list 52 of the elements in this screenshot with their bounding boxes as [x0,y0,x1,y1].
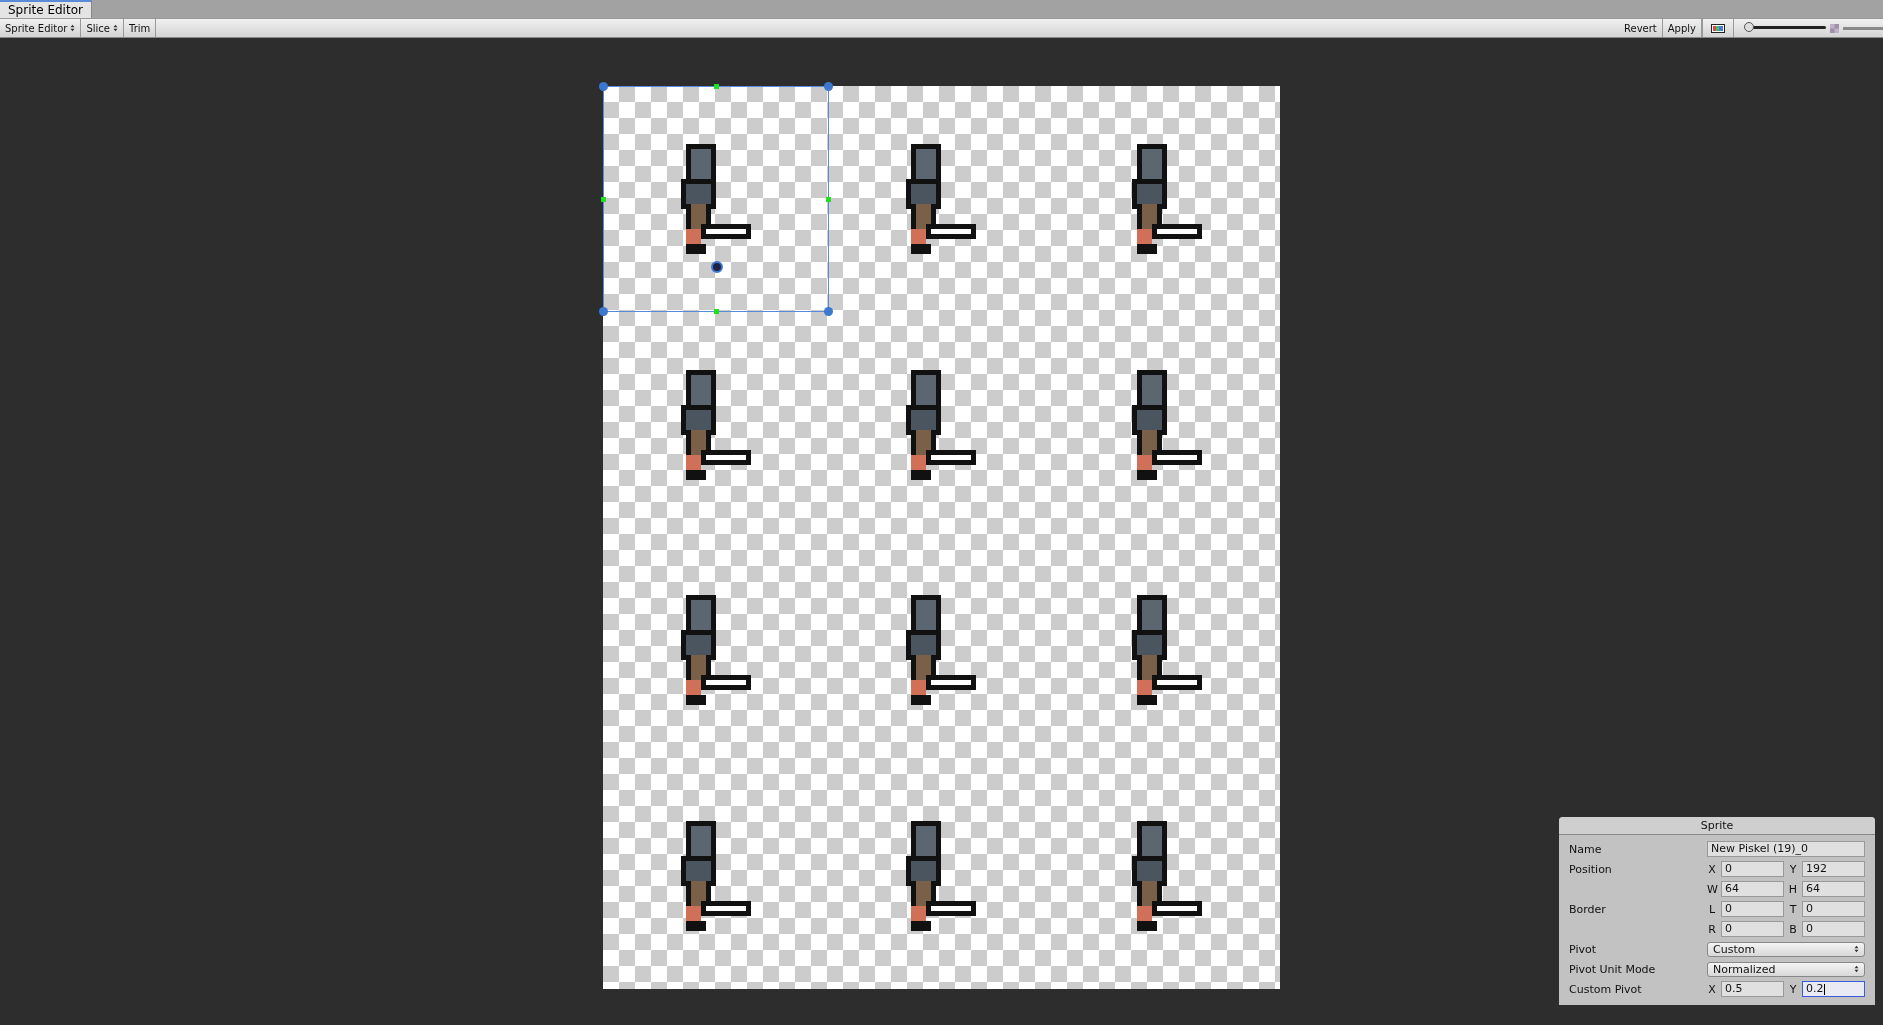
number-field[interactable]: 64 [1721,881,1784,897]
updown-arrows-icon [1854,945,1859,953]
pivot-handle[interactable] [710,261,723,273]
number-field[interactable]: 0 [1721,901,1784,917]
field-label: Custom Pivot [1569,982,1642,996]
axis-label: Y [1788,862,1798,876]
edge-handle[interactable] [601,196,606,202]
axis-label: L [1707,902,1717,916]
number-field[interactable]: 0 [1721,921,1784,937]
number-field[interactable]: 0 [1802,901,1865,917]
axis-label: H [1788,882,1798,896]
number-field[interactable]: 0 [1802,921,1865,937]
axis-label: R [1707,922,1717,936]
field-label: Pivot Unit Mode [1569,962,1656,976]
updown-arrows-icon [70,24,76,32]
panel-title: Sprite [1559,817,1875,835]
axis-label: W [1707,882,1717,896]
name-field[interactable]: New Piskel (19)_0 [1707,841,1865,857]
toolbar-dropdown[interactable]: Slice [81,19,124,37]
number-field[interactable]: 64 [1802,881,1865,897]
field-label: Border [1569,902,1606,916]
number-field[interactable]: 0.2 [1802,981,1865,997]
corner-handle[interactable] [599,82,608,91]
field-label: Position [1569,862,1612,876]
edge-handle[interactable] [713,84,719,89]
number-field[interactable]: 0.5 [1721,981,1784,997]
alpha-slider[interactable] [1843,26,1883,30]
edge-handle[interactable] [713,308,719,314]
corner-handle[interactable] [823,306,833,316]
axis-label: T [1788,902,1798,916]
number-field[interactable]: 192 [1802,861,1865,877]
corner-handle[interactable] [599,306,608,316]
window-tab[interactable]: Sprite Editor [0,0,92,18]
edge-handle[interactable] [825,196,831,202]
axis-label: Y [1788,982,1798,996]
toolbar-dropdown[interactable]: Sprite Editor [0,19,82,37]
color-channels-icon [1711,23,1725,33]
number-field[interactable]: 0 [1721,861,1784,877]
updown-arrows-icon [113,24,118,32]
toolbar-button[interactable]: Trim [124,19,157,37]
dropdown[interactable]: Normalized [1707,961,1865,977]
field-label: Name [1569,842,1602,856]
axis-label: B [1788,922,1798,936]
axis-label: X [1707,982,1717,996]
corner-handle[interactable] [823,82,833,91]
checker-icon [1830,23,1839,33]
axis-label: X [1707,862,1717,876]
updown-arrows-icon [1854,965,1859,973]
dropdown[interactable]: Custom [1707,941,1865,957]
toolbar-button[interactable]: Revert [1619,19,1663,37]
toolbar-button[interactable]: Apply [1662,19,1702,37]
field-label: Pivot [1569,942,1596,956]
